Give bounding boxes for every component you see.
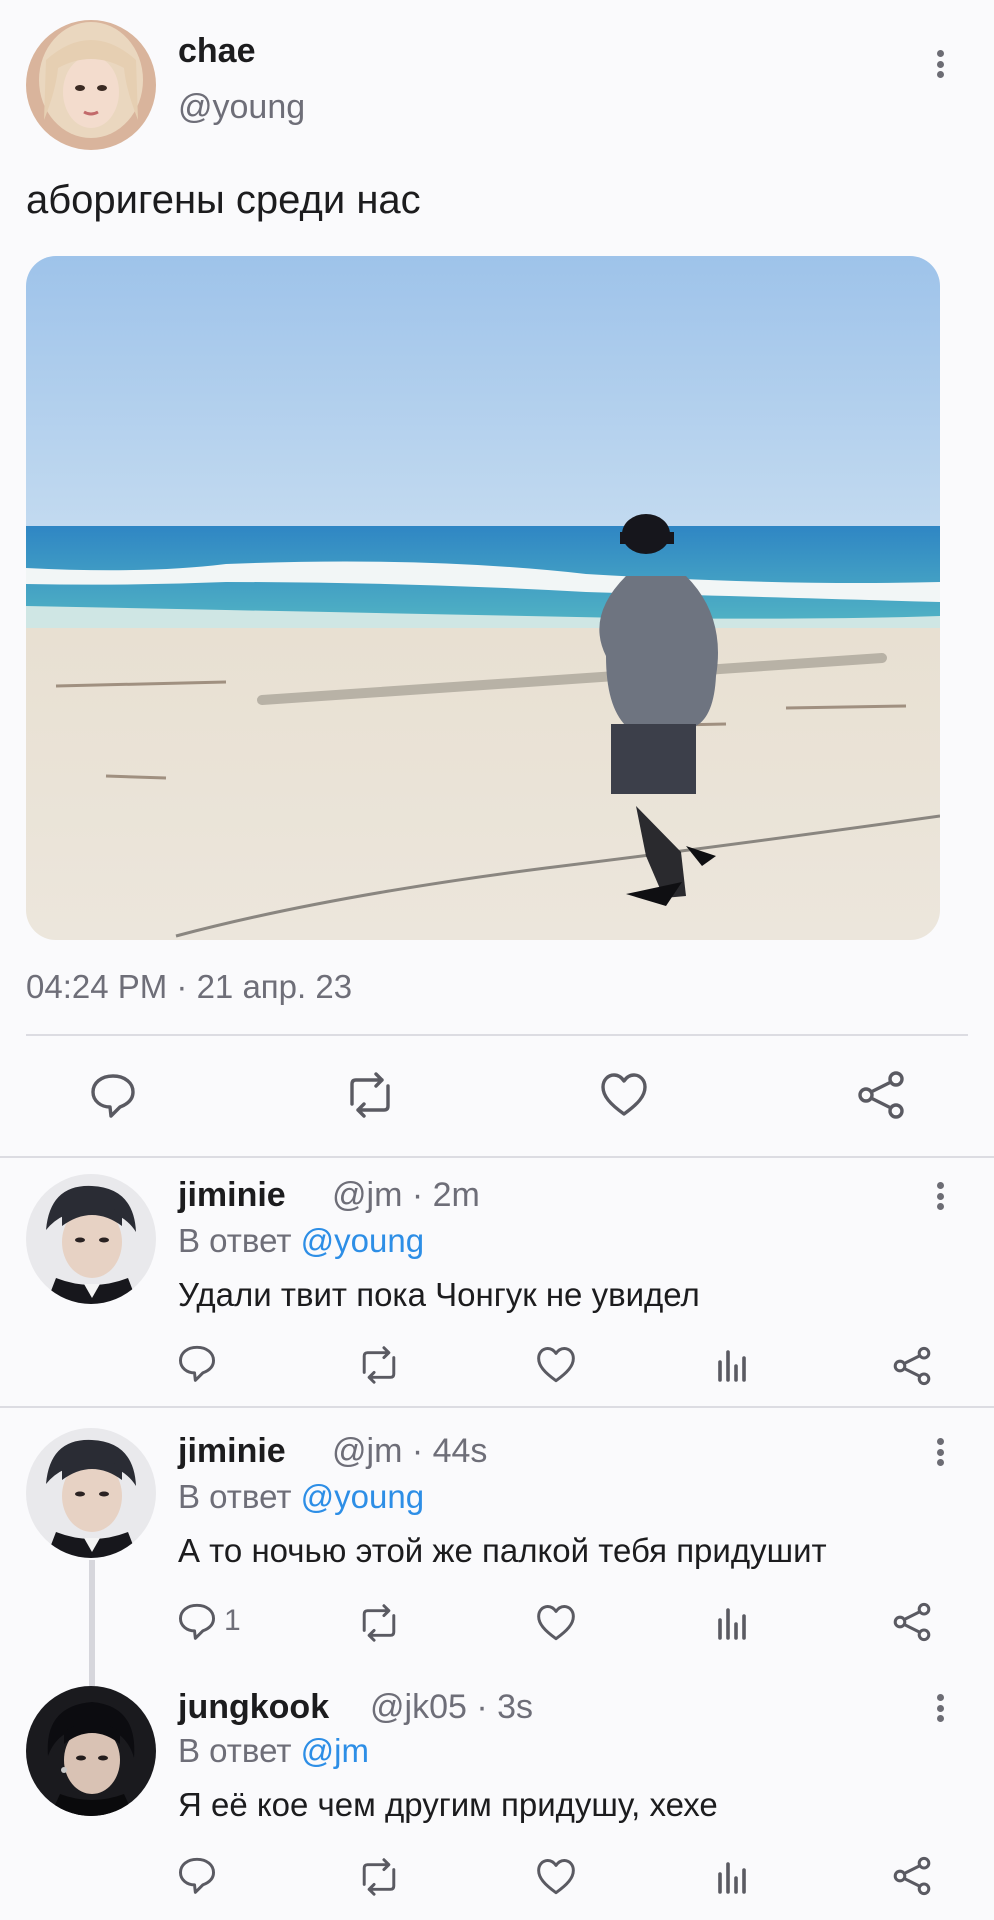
- share-icon: [893, 1856, 931, 1896]
- more-options-icon[interactable]: [930, 1178, 950, 1214]
- reply-button[interactable]: [90, 1072, 136, 1118]
- retweet-icon: [350, 1072, 390, 1118]
- share-button[interactable]: [856, 1070, 906, 1120]
- tweet-timestamp: 04:24 PM · 21 апр. 23: [26, 968, 353, 1005]
- main-tweet: chae @young аборигены среди нас 04:24 PM…: [0, 0, 994, 1158]
- tweet-text: аборигены среди нас: [26, 178, 421, 222]
- retweet-button[interactable]: [356, 1604, 402, 1642]
- like-icon: [601, 1073, 647, 1116]
- retweet-button[interactable]: [342, 1072, 398, 1118]
- retweet-icon: [362, 1604, 396, 1642]
- views-icon: [718, 1608, 746, 1640]
- tweet-photo[interactable]: [26, 256, 940, 940]
- like-button[interactable]: [600, 1072, 648, 1118]
- reply-icon: [178, 1857, 216, 1894]
- more-options-icon[interactable]: [930, 1434, 950, 1470]
- reply-icon: [91, 1074, 135, 1118]
- reply-author-name[interactable]: jiminie: [178, 1176, 286, 1215]
- retweet-icon: [362, 1858, 396, 1896]
- like-icon: [537, 1858, 575, 1895]
- author-avatar[interactable]: [26, 20, 156, 150]
- author-handle[interactable]: @young: [178, 88, 305, 127]
- reply-to-prefix: В ответ: [178, 1732, 292, 1769]
- reply-handle-time: @jk05 · 3s: [370, 1688, 534, 1726]
- reply-mention-link[interactable]: @young: [301, 1222, 424, 1259]
- reply-text: А то ночью этой же палкой тебя придушит: [178, 1532, 827, 1569]
- views-button[interactable]: [716, 1860, 750, 1894]
- divider: [0, 1156, 994, 1158]
- more-options-icon[interactable]: [930, 46, 950, 82]
- reply-to-line: В ответ @young: [178, 1478, 424, 1516]
- retweet-icon: [362, 1346, 396, 1384]
- reply-count: 1: [224, 1604, 241, 1637]
- reply-to-line: В ответ @jm: [178, 1732, 369, 1770]
- author-name[interactable]: chae: [178, 32, 256, 71]
- views-icon: [718, 1350, 746, 1382]
- like-button[interactable]: [536, 1858, 576, 1896]
- thread-connector: [89, 1560, 95, 1686]
- like-icon: [537, 1346, 575, 1383]
- reply-mention-link[interactable]: @young: [301, 1478, 424, 1515]
- reply-avatar[interactable]: [26, 1174, 156, 1304]
- views-button[interactable]: [716, 1606, 750, 1640]
- reply-handle-time: @jm · 2m: [332, 1176, 480, 1214]
- reply-to-line: В ответ @young: [178, 1222, 424, 1260]
- like-button[interactable]: [536, 1346, 576, 1384]
- share-button[interactable]: [892, 1346, 932, 1386]
- reply-button[interactable]: [178, 1344, 216, 1382]
- retweet-button[interactable]: [356, 1346, 402, 1384]
- more-options-icon[interactable]: [930, 1690, 950, 1726]
- reply-mention-link[interactable]: @jm: [301, 1732, 369, 1769]
- share-icon: [893, 1602, 931, 1642]
- reply-to-prefix: В ответ: [178, 1478, 292, 1515]
- reply-author-name[interactable]: jiminie: [178, 1432, 286, 1471]
- divider: [26, 1034, 968, 1036]
- reply-icon: [178, 1603, 216, 1640]
- like-icon: [537, 1604, 575, 1641]
- divider: [0, 1406, 994, 1408]
- reply-text: Я её кое чем другим придушу, хехе: [178, 1786, 718, 1823]
- retweet-button[interactable]: [356, 1858, 402, 1896]
- views-button[interactable]: [716, 1348, 750, 1382]
- reply-button[interactable]: 1: [178, 1602, 241, 1640]
- like-button[interactable]: [536, 1604, 576, 1642]
- share-icon: [858, 1071, 904, 1119]
- reply-handle-time: @jm · 44s: [332, 1432, 488, 1470]
- share-button[interactable]: [892, 1856, 932, 1896]
- reply-avatar[interactable]: [26, 1428, 156, 1558]
- reply-author-name[interactable]: jungkook: [178, 1688, 329, 1727]
- views-icon: [718, 1862, 746, 1894]
- share-icon: [893, 1346, 931, 1386]
- reply-button[interactable]: [178, 1856, 216, 1894]
- reply-text: Удали твит пока Чонгук не увидел: [178, 1276, 700, 1313]
- reply-avatar[interactable]: [26, 1686, 156, 1816]
- reply-icon: [178, 1345, 216, 1382]
- share-button[interactable]: [892, 1602, 932, 1642]
- reply-to-prefix: В ответ: [178, 1222, 292, 1259]
